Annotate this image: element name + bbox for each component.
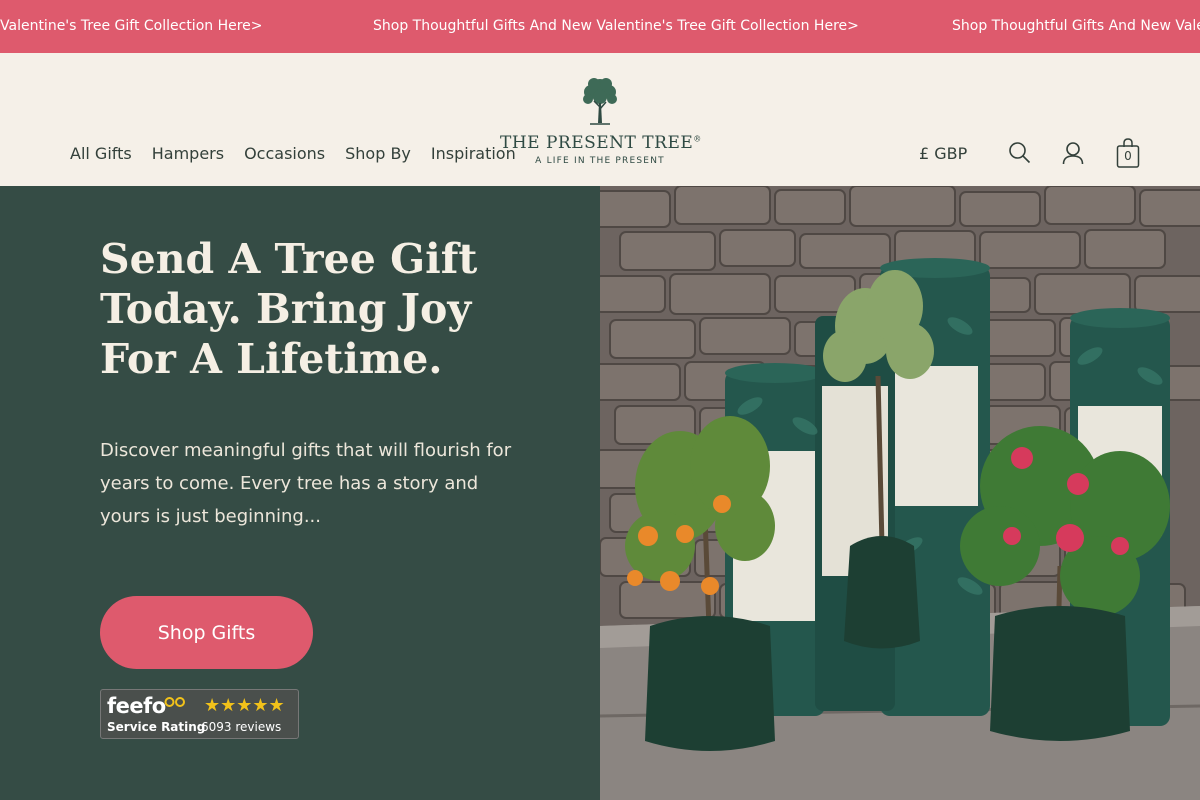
- account-icon[interactable]: [1061, 141, 1085, 169]
- announcement-link[interactable]: Valentine's Tree Gift Collection Here>: [0, 17, 263, 35]
- hero-description: Discover meaningful gifts that will flou…: [100, 440, 512, 527]
- logo-title: THE PRESENT TREE®: [500, 133, 702, 153]
- bag-icon[interactable]: 0: [1116, 137, 1140, 169]
- announcement-link[interactable]: Shop Thoughtful Gifts And New Valentine'…: [952, 17, 1200, 35]
- search-icon[interactable]: [1008, 141, 1032, 169]
- nav-all-gifts[interactable]: All Gifts: [70, 145, 132, 163]
- announcement-bar[interactable]: Valentine's Tree Gift Collection Here> S…: [0, 0, 1200, 53]
- currency-selector[interactable]: £ GBP: [919, 145, 967, 163]
- hero-image: [600, 186, 1200, 800]
- cart-count: 0: [1124, 149, 1132, 163]
- hero-title: Send A Tree Gift Today. Bring Joy For A …: [100, 235, 478, 383]
- feefo-eyes-icon: [164, 697, 185, 707]
- feefo-badge[interactable]: feefo Service Rating ★★★★★ 6093 reviews: [100, 689, 299, 739]
- tree-logo-icon: [583, 78, 617, 125]
- feefo-review-count: 6093 reviews: [201, 720, 282, 734]
- feefo-logo: feefo: [107, 694, 166, 718]
- logo-tagline: A LIFE IN THE PRESENT: [535, 156, 665, 166]
- nav-occasions[interactable]: Occasions: [244, 145, 325, 163]
- feefo-label: Service Rating: [107, 720, 206, 734]
- nav-shop-by[interactable]: Shop By: [345, 145, 411, 163]
- site-header: All Gifts Hampers Occasions Shop By Insp…: [0, 53, 1200, 186]
- star-rating-icon: ★★★★★: [204, 695, 285, 716]
- site-logo[interactable]: THE PRESENT TREE® A LIFE IN THE PRESENT: [500, 75, 702, 175]
- nav-hampers[interactable]: Hampers: [152, 145, 224, 163]
- announcement-link[interactable]: Shop Thoughtful Gifts And New Valentine'…: [373, 17, 859, 35]
- main-nav: All Gifts Hampers Occasions Shop By Insp…: [70, 145, 536, 163]
- shop-gifts-button[interactable]: Shop Gifts: [100, 596, 313, 669]
- hero-panel: Send A Tree Gift Today. Bring Joy For A …: [0, 186, 600, 800]
